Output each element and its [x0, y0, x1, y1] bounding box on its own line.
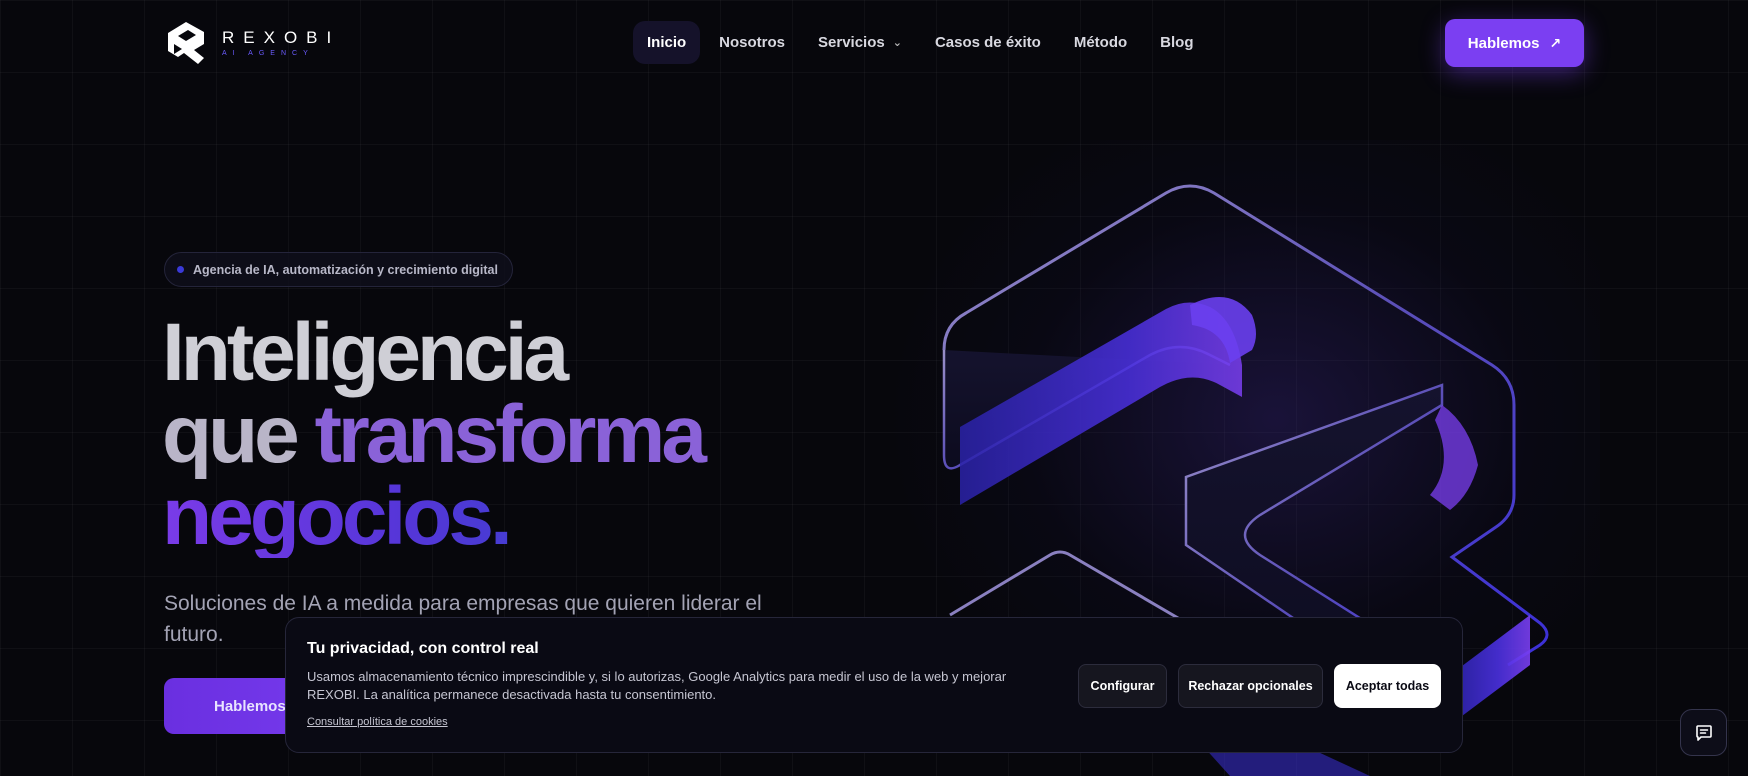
nav-item-blog[interactable]: Blog: [1146, 21, 1207, 64]
brand-tagline: AI AGENCY: [222, 50, 314, 57]
nav-item-metodo[interactable]: Método: [1060, 21, 1141, 64]
brand-logo[interactable]: REXOBI AI AGENCY: [164, 20, 340, 66]
chat-button[interactable]: [1680, 709, 1727, 756]
reject-optional-button[interactable]: Rechazar opcionales: [1178, 664, 1323, 708]
hablemos-label: Hablemos: [1467, 34, 1540, 52]
nav-item-label: Casos de éxito: [934, 34, 1041, 51]
nav-item-inicio[interactable]: Inicio: [633, 21, 701, 64]
badge-text: Agencia de IA, automatización y crecimie…: [193, 262, 498, 277]
headline-line-1: Inteligencia: [162, 307, 569, 398]
nav-item-casos[interactable]: Casos de éxito: [921, 21, 1055, 64]
nav-item-label: Método: [1073, 34, 1128, 51]
nav-item-label: Nosotros: [719, 34, 786, 51]
configure-button[interactable]: Configurar: [1078, 664, 1167, 708]
badge-dot-icon: [177, 266, 184, 273]
main-nav: Inicio Nosotros Servicios ⌄ Casos de éxi…: [633, 21, 1212, 64]
cookie-policy-link[interactable]: Consultar política de cookies: [307, 716, 448, 728]
headline-line-2: que transforma: [162, 394, 707, 476]
headline-word-transforma: transforma: [314, 389, 707, 480]
chevron-down-icon: ⌄: [892, 37, 902, 49]
brand-name: REXOBI: [222, 28, 341, 47]
nav-item-nosotros[interactable]: Nosotros: [705, 21, 799, 64]
headline-word-que: que: [162, 389, 300, 480]
chat-icon: [1695, 724, 1712, 741]
hero-headline: Inteligencia que transforma negocios.: [162, 307, 707, 558]
nav-item-label: Inicio: [647, 34, 687, 51]
cookie-banner: Tu privacidad, con control real Usamos a…: [285, 617, 1463, 753]
cookie-text: Usamos almacenamiento técnico imprescind…: [307, 669, 1007, 702]
hero-badge: Agencia de IA, automatización y crecimie…: [164, 252, 513, 287]
cookie-title: Tu privacidad, con control real: [307, 640, 539, 657]
nav-item-label: Servicios: [818, 34, 885, 51]
hero-cta-label: Hablemos: [214, 697, 286, 715]
rexobi-logo-icon: [168, 22, 204, 64]
arrow-up-right-icon: ↗: [1549, 34, 1562, 51]
hablemos-header-button[interactable]: Hablemos ↗: [1445, 19, 1584, 67]
nav-item-label: Blog: [1160, 34, 1194, 51]
headline-line-3: negocios.: [162, 476, 703, 558]
nav-item-servicios[interactable]: Servicios ⌄: [804, 21, 916, 64]
accept-all-button[interactable]: Aceptar todas: [1334, 664, 1441, 708]
